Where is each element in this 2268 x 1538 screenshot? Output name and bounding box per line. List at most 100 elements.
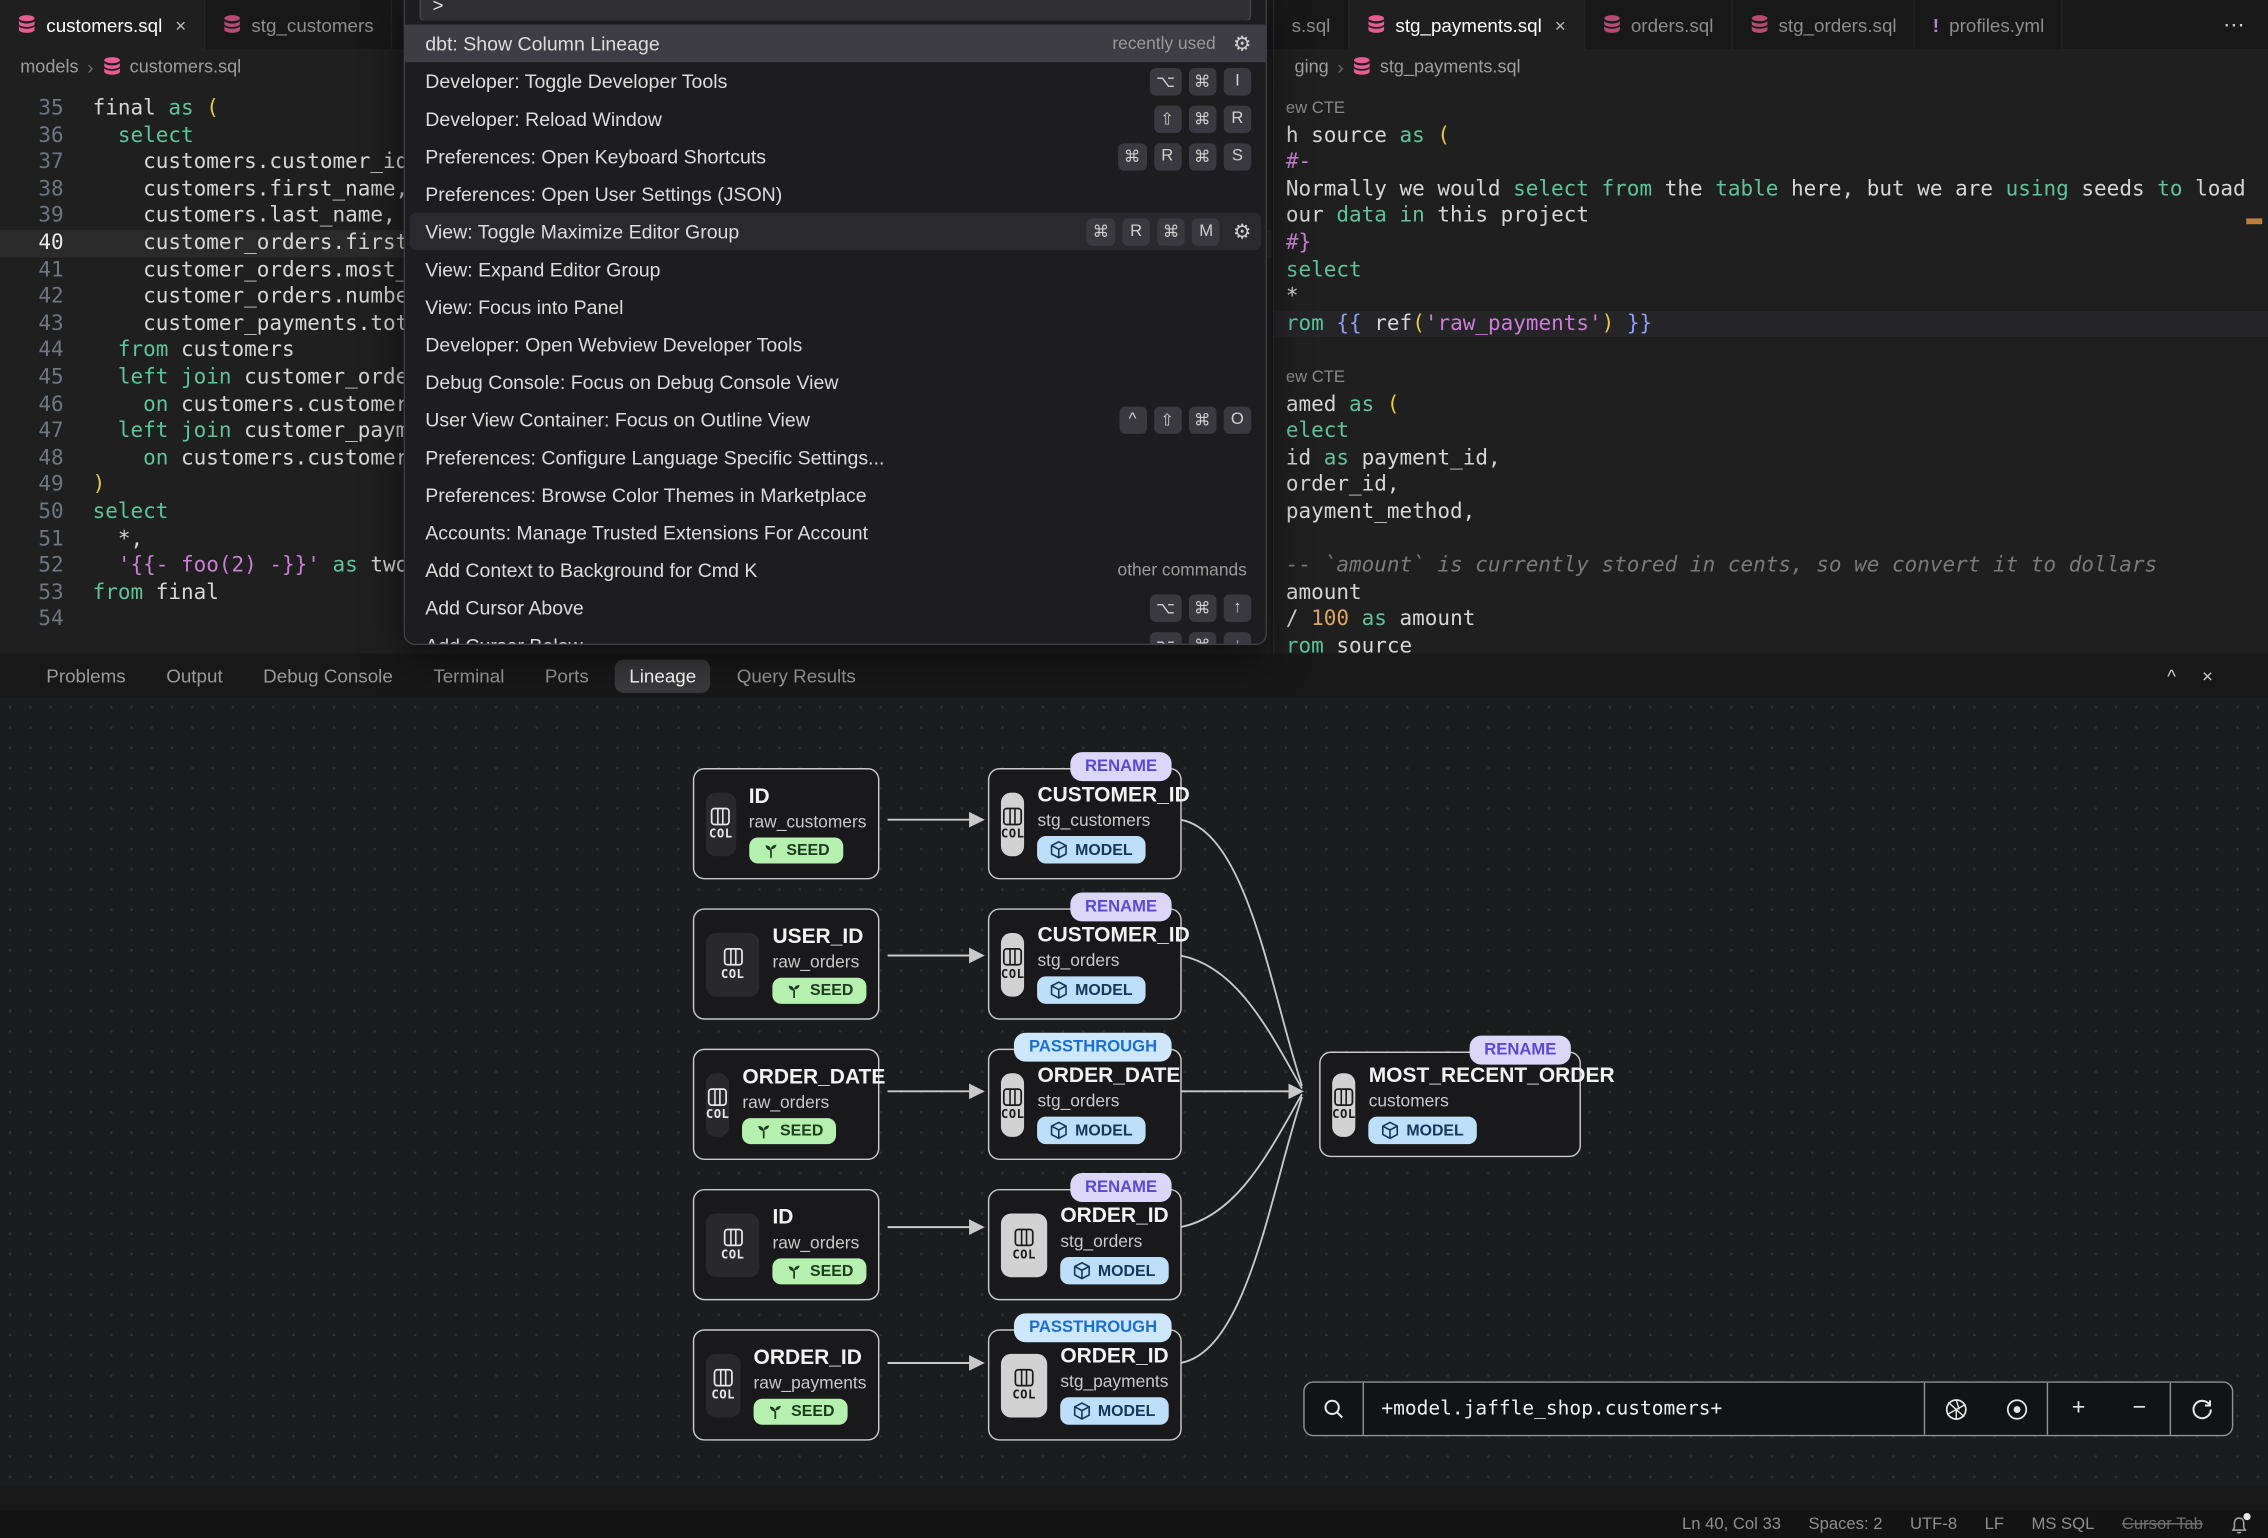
notifications-bell-icon[interactable] <box>2230 1515 2247 1534</box>
command-input[interactable]: > <box>419 0 1251 20</box>
command-item-7[interactable]: View: Focus into Panel <box>405 288 1266 326</box>
code-line[interactable]: * <box>1274 284 2268 311</box>
status-lf[interactable]: LF <box>1985 1516 2004 1533</box>
code-line[interactable]: / 100 as amount <box>1274 607 2268 634</box>
command-item-11[interactable]: Preferences: Configure Language Specific… <box>405 438 1266 476</box>
lineage-node-stg_customers-customer_id[interactable]: RENAMECOLCUSTOMER_IDstg_customersMODEL <box>988 768 1182 879</box>
tab-stg-customers[interactable]: stg_customers <box>205 0 392 49</box>
lineage-node-customers-most_recent_order[interactable]: RENAMECOLMOST_RECENT_ORDERcustomersMODEL <box>1319 1052 1581 1158</box>
command-item-4[interactable]: Preferences: Open User Settings (JSON) <box>405 175 1266 213</box>
codelens-label[interactable]: ew CTE <box>1286 365 1345 392</box>
code-line[interactable] <box>1274 526 2268 553</box>
zoom-out-button[interactable]: − <box>2109 1383 2170 1435</box>
status-utf-8[interactable]: UTF-8 <box>1910 1516 1957 1533</box>
panel-tab-ports[interactable]: Ports <box>530 659 603 692</box>
lineage-node-stg_orders-order_id[interactable]: RENAMECOLORDER_IDstg_ordersMODEL <box>988 1189 1182 1300</box>
codelens-line[interactable]: ew CTE <box>1274 365 2268 392</box>
code-line[interactable]: amount <box>1274 580 2268 607</box>
codelens-label[interactable]: ew CTE <box>1286 95 1345 122</box>
command-item-6[interactable]: View: Expand Editor Group <box>405 250 1266 288</box>
code-line[interactable]: payment_method, <box>1274 499 2268 526</box>
panel-tab-debug-console[interactable]: Debug Console <box>249 659 408 692</box>
lineage-node-raw_payments-order_id[interactable]: COLORDER_IDraw_paymentsSEED <box>693 1329 880 1440</box>
breadcrumb-file[interactable]: stg_payments.sql <box>1380 56 1521 76</box>
lineage-node-raw_orders-order_date[interactable]: COLORDER_DATEraw_ordersSEED <box>693 1049 880 1160</box>
line-text: customers.first_name, <box>93 176 409 203</box>
status-ln[interactable]: Ln 40, Col 33 <box>1682 1516 1781 1533</box>
command-item-10[interactable]: User View Container: Focus on Outline Vi… <box>405 401 1266 439</box>
code-line[interactable]: elect <box>1274 418 2268 445</box>
tab-stg-payments-sql[interactable]: stg_payments.sql× <box>1349 0 1584 49</box>
code-line[interactable]: our data in this project <box>1274 203 2268 230</box>
status-ms[interactable]: MS SQL <box>2031 1516 2094 1533</box>
close-icon[interactable]: × <box>175 14 186 36</box>
command-item-1[interactable]: Developer: Toggle Developer Tools⌥⌘I <box>405 62 1266 100</box>
command-item-13[interactable]: Accounts: Manage Trusted Extensions For … <box>405 513 1266 551</box>
gear-icon[interactable]: ⚙ <box>1233 219 1251 244</box>
code-line[interactable]: -- `amount` is currently stored in cents… <box>1274 553 2268 580</box>
more-tabs-button[interactable]: ⋯ <box>2203 0 2268 49</box>
panel-tab-terminal[interactable]: Terminal <box>419 659 519 692</box>
command-item-9[interactable]: Debug Console: Focus on Debug Console Vi… <box>405 363 1266 401</box>
code-line[interactable]: rom source <box>1274 634 2268 654</box>
command-item-16[interactable]: Add Cursor Below⌥⌘↓ <box>405 626 1266 645</box>
panel-tab-problems[interactable]: Problems <box>32 659 140 692</box>
tab-profiles-yml[interactable]: !profiles.yml <box>1915 0 2063 49</box>
breadcrumb-folder[interactable]: ging <box>1295 56 1329 76</box>
line-number: 41 <box>0 257 64 284</box>
tab-customers-sql[interactable]: customers.sql× <box>0 0 205 49</box>
tab-stg-orders-sql[interactable]: stg_orders.sql <box>1732 0 1915 49</box>
tab-orders-sql[interactable]: orders.sql <box>1585 0 1733 49</box>
close-icon[interactable]: × <box>1555 14 1566 36</box>
breadcrumb-right[interactable]: ging › stg_payments.sql <box>1274 51 2268 83</box>
panel-close-icon[interactable]: × <box>2202 665 2213 687</box>
breadcrumb-folder[interactable]: models <box>20 56 78 76</box>
code-line[interactable]: #} <box>1274 230 2268 257</box>
model-badge: MODEL <box>1037 1117 1145 1144</box>
gear-icon[interactable]: ⚙ <box>1233 31 1251 56</box>
lineage-node-raw_orders-user_id[interactable]: COLUSER_IDraw_ordersSEED <box>693 908 880 1019</box>
command-item-15[interactable]: Add Cursor Above⌥⌘↑ <box>405 589 1266 627</box>
tab-s-sql[interactable]: s.sql <box>1274 0 1349 49</box>
refresh-button[interactable] <box>2171 1383 2232 1435</box>
status-cursor-tab[interactable]: Cursor Tab <box>2122 1516 2203 1533</box>
aperture-icon-button[interactable] <box>1925 1383 1986 1435</box>
code-line[interactable] <box>1274 338 2268 365</box>
column-chip: COL <box>1001 792 1025 856</box>
code-line[interactable]: select <box>1274 257 2268 284</box>
focus-target-icon-button[interactable] <box>1986 1383 2047 1435</box>
code-line[interactable]: amed as ( <box>1274 391 2268 418</box>
keycap: ⌘ <box>1188 631 1216 645</box>
command-item-14[interactable]: Add Context to Background for Cmd Kother… <box>405 551 1266 589</box>
code-line[interactable]: #- <box>1274 149 2268 176</box>
lineage-node-raw_orders-id[interactable]: COLIDraw_ordersSEED <box>693 1189 880 1300</box>
codelens-line[interactable]: ew CTE <box>1274 95 2268 122</box>
panel-tab-lineage[interactable]: Lineage <box>615 659 711 692</box>
zoom-in-button[interactable]: + <box>2048 1383 2109 1435</box>
lineage-node-stg_orders-order_date[interactable]: PASSTHROUGHCOLORDER_DATEstg_ordersMODEL <box>988 1049 1182 1160</box>
code-line[interactable]: rom {{ ref('raw_payments') }} <box>1274 311 2268 338</box>
command-item-2[interactable]: Developer: Reload Window⇧⌘R <box>405 100 1266 138</box>
code-line[interactable]: order_id, <box>1274 472 2268 499</box>
lineage-node-raw_customers-id[interactable]: COLIDraw_customersSEED <box>693 768 880 879</box>
status-spaces[interactable]: Spaces: 2 <box>1808 1516 1882 1533</box>
code-editor-stg-payments[interactable]: ew CTEh source as (#-Normally we would s… <box>1274 90 2268 654</box>
panel-tab-output[interactable]: Output <box>152 659 237 692</box>
yaml-warning-icon: ! <box>1933 14 1939 36</box>
command-item-3[interactable]: Preferences: Open Keyboard Shortcuts⌘R⌘S <box>405 137 1266 175</box>
command-item-8[interactable]: Developer: Open Webview Developer Tools <box>405 325 1266 363</box>
command-item-12[interactable]: Preferences: Browse Color Themes in Mark… <box>405 476 1266 514</box>
breadcrumb-file[interactable]: customers.sql <box>130 56 242 76</box>
code-line[interactable]: id as payment_id, <box>1274 445 2268 472</box>
lineage-search-input[interactable]: +model.jaffle_shop.customers+ <box>1364 1383 1924 1435</box>
command-item-5[interactable]: View: Toggle Maximize Editor Group⌘R⌘M⚙ <box>409 213 1261 251</box>
code-line[interactable]: h source as ( <box>1274 122 2268 149</box>
panel-tab-query-results[interactable]: Query Results <box>722 659 870 692</box>
panel-collapse-icon[interactable]: ^ <box>2167 665 2176 687</box>
lineage-node-stg_orders-customer_id[interactable]: RENAMECOLCUSTOMER_IDstg_ordersMODEL <box>988 908 1182 1019</box>
lineage-canvas[interactable]: COLIDraw_customersSEED RENAMECOLCUSTOMER_… <box>0 697 2268 1485</box>
line-text: left join customer_payment <box>93 418 447 445</box>
command-item-0[interactable]: dbt: Show Column Lineagerecently used⚙ <box>405 25 1266 63</box>
lineage-node-stg_payments-order_id[interactable]: PASSTHROUGHCOLORDER_IDstg_paymentsMODEL <box>988 1329 1182 1440</box>
code-line[interactable]: Normally we would select from the table … <box>1274 176 2268 203</box>
